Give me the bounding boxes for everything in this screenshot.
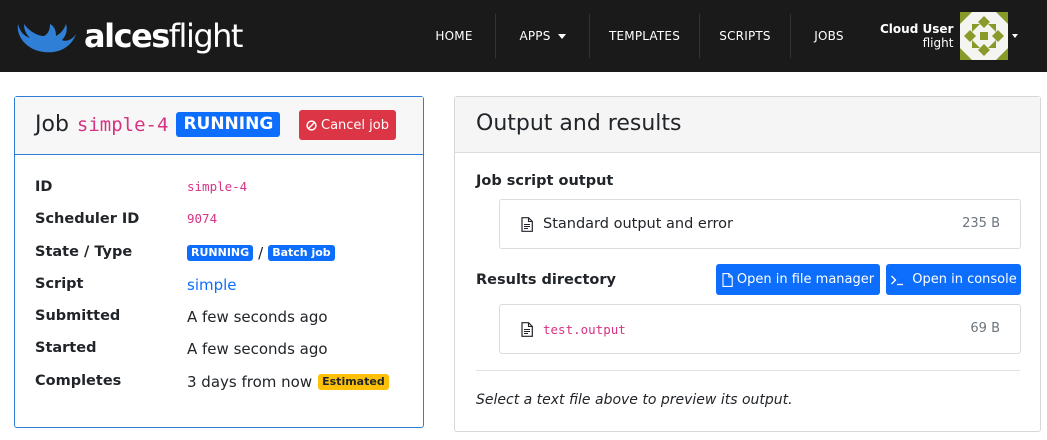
job-state-badge: RUNNING — [176, 112, 281, 137]
open-in-console-label: Open in console — [912, 272, 1017, 287]
prop-key: Started — [35, 340, 97, 357]
output-card-title: Output and results — [476, 111, 682, 136]
standard-output-file-size: 235 B — [962, 216, 1000, 231]
ban-icon — [306, 119, 317, 131]
prop-row-scheduler-id: Scheduler ID 9074 — [35, 207, 405, 239]
prop-row-completes: Completes 3 days from now Estimated — [35, 369, 405, 401]
results-file[interactable]: test.output 69 B — [499, 304, 1021, 354]
prop-key: Scheduler ID — [35, 211, 140, 228]
prop-key: Script — [35, 275, 84, 292]
output-results-card: Output and results Job script output Sta… — [454, 96, 1041, 432]
prop-row-script: Script simple — [35, 272, 405, 304]
caret-down-icon — [1012, 34, 1019, 38]
open-in-file-manager-button[interactable]: Open in file manager — [716, 264, 880, 295]
prop-key: State / Type — [35, 243, 133, 260]
prop-value: simple — [187, 276, 237, 294]
cancel-job-label: Cancel job — [321, 117, 389, 133]
prop-value: simple-4 — [187, 179, 247, 194]
user-menu[interactable]: Cloud User flight — [880, 12, 1019, 60]
nav-jobs[interactable]: JOBS — [791, 14, 867, 58]
job-card-header: Job simple-4 RUNNING Cancel job — [15, 97, 423, 155]
prop-row-state-type: State / Type RUNNING / Batch job — [35, 240, 405, 272]
prop-row-submitted: Submitted A few seconds ago — [35, 304, 405, 336]
results-directory-heading: Results directory — [476, 272, 616, 288]
user-display-name: Cloud User — [880, 22, 954, 36]
job-title: Job simple-4 RUNNING — [35, 112, 281, 137]
file-text-icon — [521, 321, 533, 337]
file-icon — [722, 272, 733, 287]
top-navbar: alcesflight HOME APPS TEMPLATES SCRIPTS … — [0, 0, 1047, 72]
prop-value: 9074 — [187, 211, 217, 226]
job-properties: ID simple-4 Scheduler ID 9074 State / Ty… — [35, 175, 405, 401]
output-card-header: Output and results — [455, 97, 1040, 153]
completes-value: 3 days from now — [187, 372, 313, 391]
job-script-output-heading: Job script output — [476, 173, 614, 189]
caret-down-icon — [557, 33, 566, 39]
prop-value: A few seconds ago — [187, 308, 328, 326]
user-username: flight — [922, 36, 954, 50]
main-nav: HOME APPS TEMPLATES SCRIPTS JOBS — [413, 14, 867, 58]
standard-output-file-name: Standard output and error — [543, 216, 734, 232]
brand-wordmark: alcesflight — [84, 17, 243, 55]
job-id-value: simple-4 — [187, 179, 248, 194]
standard-output-file[interactable]: Standard output and error 235 B — [499, 199, 1021, 249]
scheduler-id-value: 9074 — [187, 211, 218, 227]
started-value: A few seconds ago — [187, 340, 328, 359]
divider — [476, 370, 1020, 371]
prop-key: ID — [35, 179, 53, 195]
user-avatar[interactable] — [960, 12, 1009, 60]
file-text-icon — [521, 216, 533, 232]
prop-row-started: Started A few seconds ago — [35, 336, 405, 368]
prop-value: 3 days from now Estimated — [187, 373, 389, 391]
user-names: Cloud User flight — [880, 22, 953, 50]
prop-key: Completes — [35, 372, 122, 389]
nav-templates[interactable]: TEMPLATES — [590, 14, 700, 58]
estimated-badge: Estimated — [318, 373, 389, 390]
nav-home[interactable]: HOME — [413, 14, 496, 58]
prop-key: Submitted — [35, 308, 121, 325]
submitted-value: A few seconds ago — [187, 308, 328, 327]
nav-scripts[interactable]: SCRIPTS — [700, 14, 791, 58]
job-details-card: Job simple-4 RUNNING Cancel job ID simpl… — [14, 96, 424, 428]
results-file-size: 69 B — [970, 321, 1000, 336]
prop-row-id: ID simple-4 — [35, 175, 405, 207]
terminal-icon — [891, 275, 904, 285]
alces-antler-logo-icon — [17, 24, 76, 53]
results-file-name: test.output — [543, 321, 626, 337]
open-in-file-manager-label: Open in file manager — [736, 272, 875, 287]
open-in-console-button[interactable]: Open in console — [886, 264, 1021, 295]
type-badge: Batch job — [268, 244, 335, 261]
job-title-word: Job — [35, 112, 69, 137]
preview-hint: Select a text file above to preview its … — [476, 392, 793, 408]
job-title-name: simple-4 — [76, 113, 169, 136]
state-type-separator: / — [258, 243, 264, 262]
cancel-job-button[interactable]: Cancel job — [299, 110, 396, 140]
prop-value: RUNNING / Batch job — [187, 244, 335, 262]
prop-value: A few seconds ago — [187, 340, 328, 358]
script-link[interactable]: simple — [187, 276, 237, 294]
brand-logo[interactable]: alcesflight — [14, 10, 243, 62]
state-badge: RUNNING — [187, 244, 254, 261]
nav-apps-dropdown[interactable]: APPS — [496, 14, 590, 58]
